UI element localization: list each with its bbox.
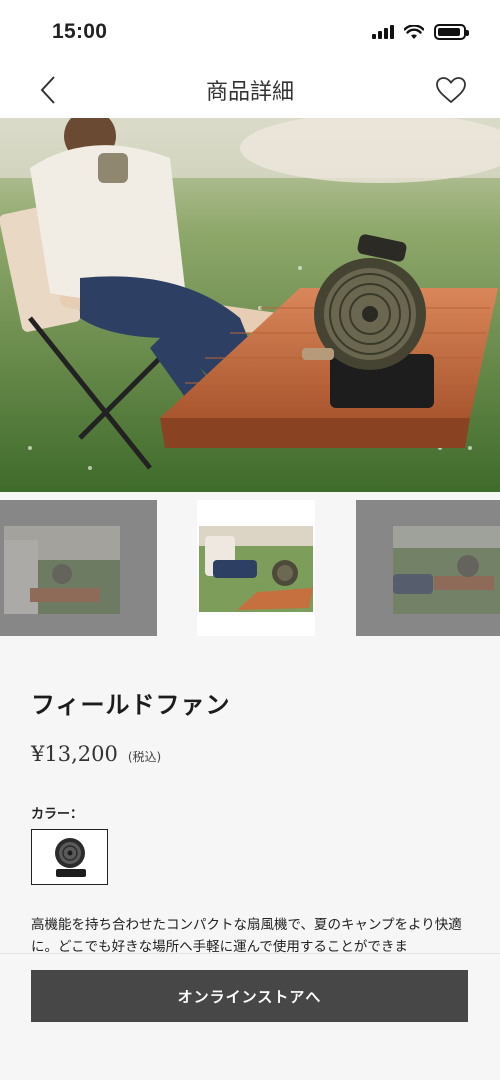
heart-outline-icon (436, 77, 466, 104)
online-store-button[interactable]: オンラインストアへ (31, 970, 468, 1022)
tax-note: (税込) (127, 750, 162, 764)
thumbnail-1[interactable] (0, 500, 157, 636)
thumbnail-3[interactable] (356, 500, 500, 636)
battery-icon (434, 24, 469, 40)
cellular-signal-icon (372, 25, 394, 39)
fan-thumbnail-icon (54, 838, 86, 877)
hero-photo (0, 118, 500, 492)
color-label: カラー： (31, 807, 84, 822)
wifi-icon (404, 24, 424, 39)
bottom-bar: オンラインストアへ (0, 953, 500, 1080)
price-row: ¥13,200 (税込) (31, 742, 161, 766)
product-description: 高機能を持ち合わせたコンパクトな扇風機で、夏のキャンプをより快適に。どこでも好き… (31, 917, 462, 955)
product-name: フィールドファン (31, 691, 231, 719)
thumbnail-2-selected[interactable] (197, 500, 315, 636)
page-title: 商品詳細 (205, 80, 294, 105)
thumbnail-carousel (0, 492, 500, 646)
status-bar: 15:00 (0, 0, 500, 62)
status-time: 15:00 (52, 20, 108, 43)
battery-fill (438, 28, 460, 36)
color-swatch-selected[interactable] (31, 829, 108, 885)
nav-bar: 商品詳細 (0, 62, 500, 118)
hero-image[interactable] (0, 118, 500, 492)
product-price: ¥13,200 (31, 742, 118, 766)
favorite-button[interactable] (432, 71, 470, 109)
status-icons (372, 24, 469, 40)
